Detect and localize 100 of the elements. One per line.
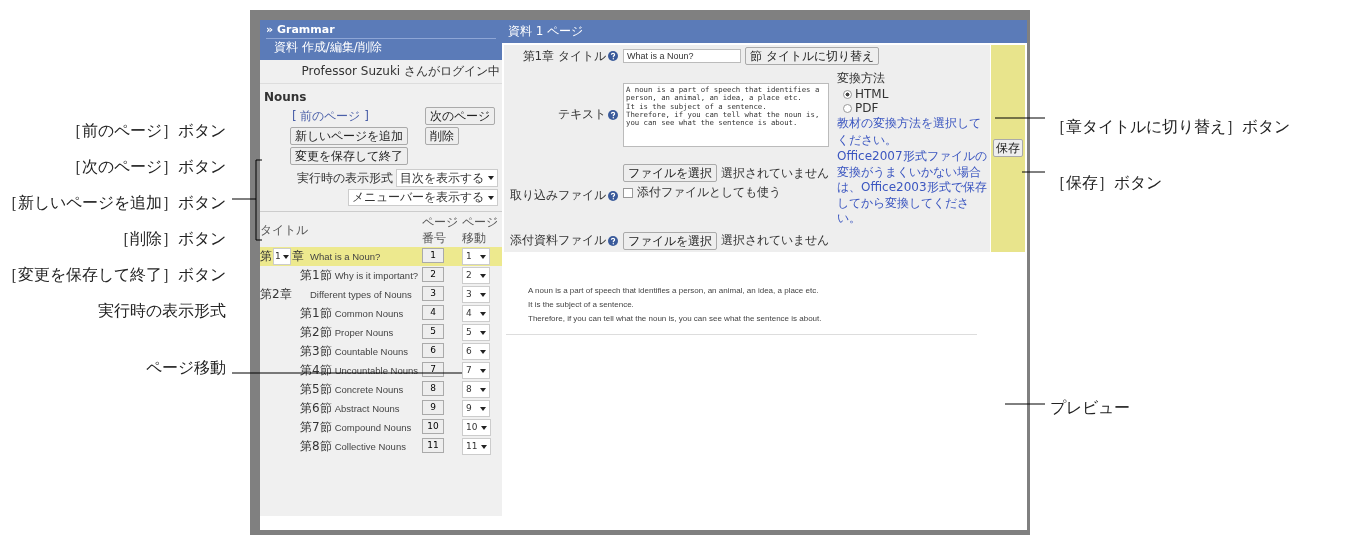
display-format-select[interactable]: 目次を表示する: [396, 169, 498, 187]
preview-text: It is the subject of a sentence.: [528, 298, 635, 311]
page-row[interactable]: 第1節 Why is it important? 2 2: [260, 266, 502, 286]
page-row[interactable]: 第8節 Collective Nouns 11 11: [260, 437, 502, 457]
page-number-button[interactable]: 9: [422, 400, 444, 416]
page-move-select[interactable]: 11: [462, 438, 492, 456]
page-row[interactable]: 第5節 Concrete Nouns 8 8: [260, 380, 502, 400]
page-number-button[interactable]: 11: [422, 438, 444, 454]
section-label: 第1節: [300, 267, 332, 285]
page-row[interactable]: 第2節 Proper Nouns 5 5: [260, 323, 502, 343]
chapter-suffix: 章: [291, 248, 304, 266]
help-icon: [608, 109, 618, 120]
page-title: Why is it important?: [334, 270, 419, 283]
page-title: Proper Nouns: [334, 327, 394, 340]
file-status: 選択されていません: [721, 165, 829, 182]
switch-title-button[interactable]: 節 タイトルに切り替え: [745, 47, 879, 65]
page-title: Compound Nouns: [334, 422, 412, 435]
caret-icon: [480, 330, 486, 335]
leader-line: [1004, 403, 1046, 405]
page-number-button[interactable]: 5: [422, 324, 444, 340]
previous-page-link[interactable]: [ 前のページ ]: [290, 107, 369, 125]
checkbox[interactable]: [623, 188, 633, 198]
page-move-select[interactable]: 5: [462, 324, 490, 342]
page-row[interactable]: 第2章 Different types of Nouns 3 3: [260, 285, 502, 305]
login-status: Professor Suzuki さんがログイン中: [260, 60, 502, 84]
callout-label: ページ移動: [146, 357, 226, 379]
column-header: タイトル: [260, 223, 308, 237]
callout-label: ［次のページ］ボタン: [66, 156, 226, 178]
radio-label: HTML: [855, 87, 889, 101]
display-format-select[interactable]: メニューバーを表示する: [348, 189, 498, 206]
page-move-select[interactable]: 8: [462, 381, 490, 399]
callout-label: ［削除］ボタン: [114, 228, 226, 250]
page-number-button[interactable]: 6: [422, 343, 444, 359]
radio-button[interactable]: [843, 103, 852, 113]
caret-icon: [480, 254, 486, 259]
page-row[interactable]: 第7節 Compound Nouns 10 10: [260, 418, 502, 438]
callout-label: ［前のページ］ボタン: [66, 120, 226, 142]
leader-line: [1021, 171, 1046, 173]
column-header: ページ番号: [422, 215, 459, 247]
preview-text: Therefore, if you can tell what the noun is, you can see what the sentence is about.: [528, 312, 823, 325]
page-move-select[interactable]: 1: [462, 248, 490, 266]
add-page-button[interactable]: 新しいページを追加: [290, 127, 408, 145]
caret-icon: [480, 368, 486, 373]
save-and-exit-button[interactable]: 変更を保存して終了: [290, 147, 408, 165]
save-button[interactable]: 保存: [993, 139, 1023, 158]
checkbox-label: 添付ファイルとしても使う: [637, 184, 781, 202]
callout-label: ［保存］ボタン: [1050, 172, 1163, 194]
page-row[interactable]: 第3節 Countable Nouns 6 6: [260, 342, 502, 362]
page-move-select[interactable]: 7: [462, 362, 490, 380]
help-icon: [608, 190, 618, 201]
page-move-select[interactable]: 4: [462, 305, 490, 323]
section-label: 第3節: [300, 343, 332, 361]
caret-icon: [481, 444, 488, 449]
help-icon: [608, 235, 618, 246]
section-title: Nouns: [263, 89, 308, 106]
caret-icon: [480, 292, 486, 297]
choose-file-button[interactable]: ファイルを選択: [623, 164, 717, 183]
page-title: Countable Nouns: [334, 346, 409, 359]
next-page-button[interactable]: 次のページ: [425, 107, 495, 125]
column-header: ページ移動: [462, 215, 499, 247]
page-move-select[interactable]: 10: [462, 419, 492, 437]
caret-icon: [480, 349, 486, 354]
page-move-select[interactable]: 6: [462, 343, 490, 361]
field-label: 第1章 タイトル: [522, 47, 606, 65]
section-label: 第6節: [300, 400, 332, 418]
title-input-field[interactable]: What is a Noun?: [623, 49, 741, 63]
caret-icon: [480, 387, 486, 392]
page-number-button[interactable]: 3: [422, 286, 444, 302]
page-number-button[interactable]: 4: [422, 305, 444, 321]
chapter-prefix: 第: [260, 248, 272, 266]
page-number-button[interactable]: 8: [422, 381, 444, 397]
callout-label: ［新しいページを追加］ボタン: [2, 192, 226, 214]
page-row[interactable]: 第 1 章 What is a Noun? 1 1: [260, 247, 502, 267]
page-row[interactable]: 第1節 Common Nouns 4 4: [260, 304, 502, 324]
preview-text: A noun is a part of speech that identifies a person, an animal, an idea, a place etc.: [528, 284, 820, 297]
page-title: Abstract Nouns: [334, 403, 400, 416]
caret-icon: [282, 254, 289, 259]
caret-icon: [488, 195, 494, 200]
section-label: 第7節: [300, 419, 332, 437]
page-move-select[interactable]: 9: [462, 400, 490, 418]
radio-button[interactable]: [843, 89, 852, 99]
chapter-number-select[interactable]: 1: [273, 248, 291, 266]
callout-label: 実行時の表示形式: [98, 300, 226, 322]
callout-label: ［章タイトルに切り替え］ボタン: [1050, 116, 1290, 138]
page-number-button[interactable]: 10: [422, 419, 444, 435]
page-row[interactable]: 第6節 Abstract Nouns 9 9: [260, 399, 502, 419]
callout-label: ［変更を保存して終了］ボタン: [2, 264, 226, 286]
caret-icon: [480, 311, 486, 316]
page-move-select[interactable]: 2: [462, 267, 490, 285]
conversion-label: 変換方法: [837, 70, 886, 87]
conversion-hint: 教材の変換方法を選択してください。: [837, 115, 982, 149]
delete-button[interactable]: 削除: [425, 127, 459, 145]
choose-file-button[interactable]: ファイルを選択: [623, 231, 717, 250]
caret-icon: [480, 406, 486, 411]
conversion-warning: Office2007形式ファイルの変換がうまくいかない場合は、Office2003形式で保存してから変換してください。: [837, 149, 987, 227]
caret-icon: [480, 273, 486, 278]
page-move-select[interactable]: 3: [462, 286, 490, 304]
field-label: 取り込みファイル: [510, 187, 606, 205]
page-number-button[interactable]: 1: [422, 248, 444, 264]
page-number-button[interactable]: 2: [422, 267, 444, 283]
